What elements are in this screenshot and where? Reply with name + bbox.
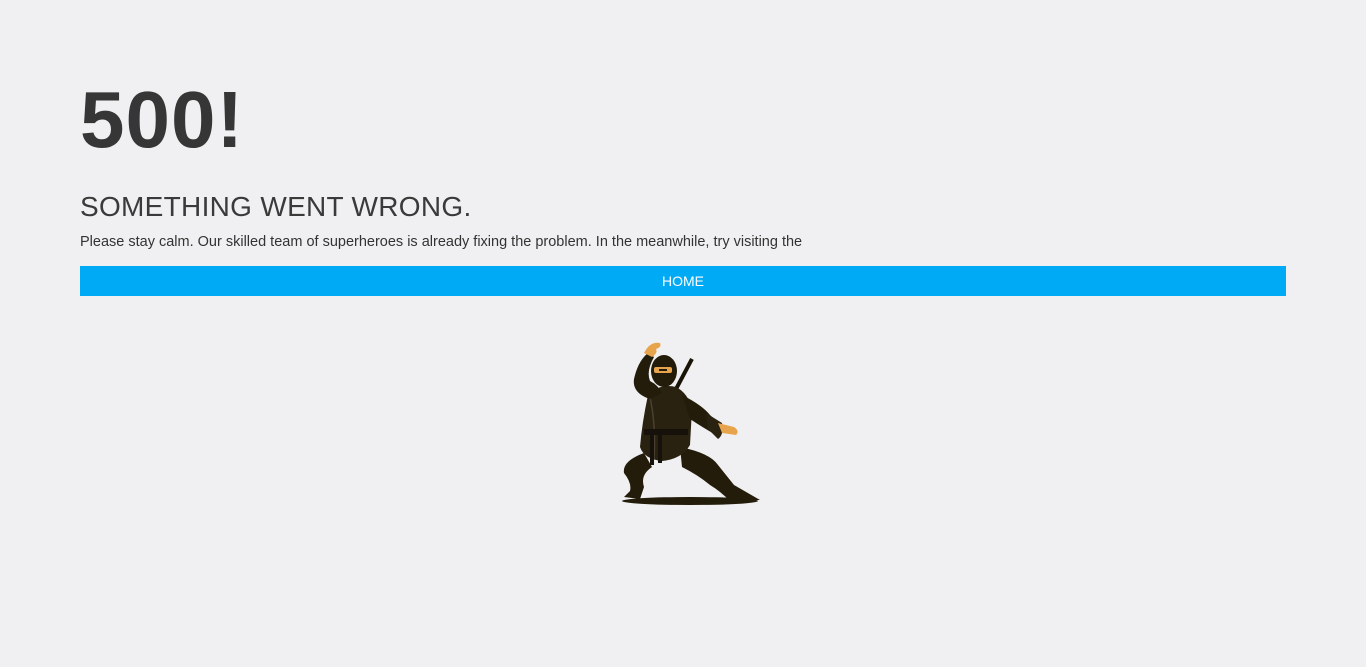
ninja-eye — [659, 369, 667, 371]
error-title: SOMETHING WENT WRONG. — [80, 191, 472, 222]
ninja-belt-tail-2 — [658, 435, 662, 463]
ninja-belt-tail — [650, 435, 654, 465]
ninja-sword — [674, 358, 694, 390]
ninja-belt — [644, 429, 688, 435]
error-page: 500! SOMETHING WENT WRONG. Please stay c… — [0, 0, 1366, 667]
error-code: 500! — [80, 75, 245, 164]
home-button[interactable]: HOME — [80, 266, 1286, 296]
error-message: Please stay calm. Our skilled team of su… — [80, 234, 803, 250]
ninja-right-leg — [680, 447, 760, 501]
ninja-illustration — [622, 342, 760, 505]
ninja-left-leg — [623, 453, 652, 499]
